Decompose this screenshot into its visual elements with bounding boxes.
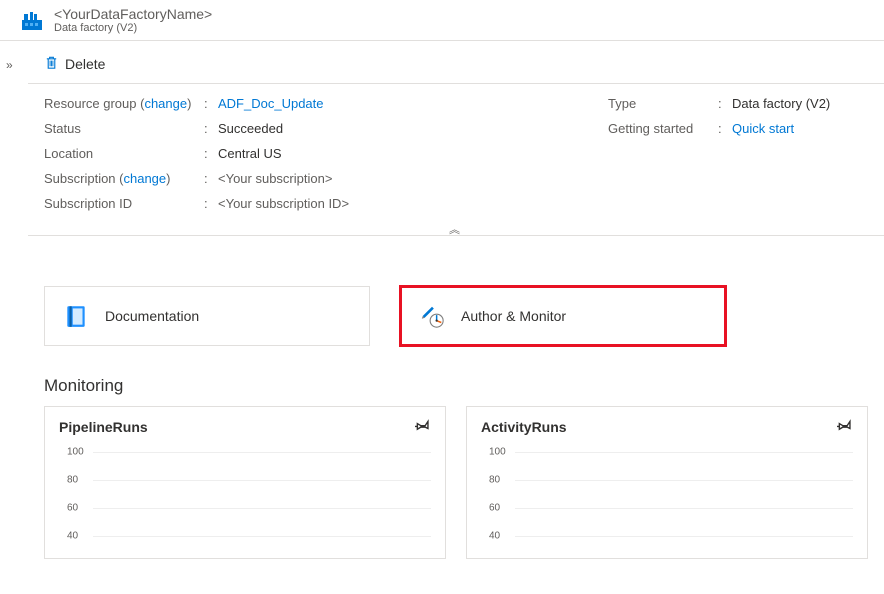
change-resource-group-link[interactable]: change — [144, 96, 187, 111]
subscription-value: <Your subscription> — [218, 171, 332, 186]
page-header: <YourDataFactoryName> Data factory (V2) — [0, 0, 884, 40]
expand-chevron-icon[interactable]: » — [6, 58, 11, 72]
author-monitor-label: Author & Monitor — [461, 308, 566, 324]
subscription-id-value: <Your subscription ID> — [218, 196, 349, 211]
author-monitor-tile[interactable]: Author & Monitor — [400, 286, 726, 346]
resource-group-label: Resource group (change) — [44, 96, 204, 111]
pipeline-runs-title: PipelineRuns — [59, 419, 148, 435]
type-label: Type — [608, 96, 718, 111]
status-value: Succeeded — [218, 121, 283, 136]
trash-icon — [44, 55, 59, 73]
delete-label: Delete — [65, 56, 105, 72]
monitoring-section-title: Monitoring — [44, 376, 868, 396]
activity-runs-title: ActivityRuns — [481, 419, 567, 435]
location-value: Central US — [218, 146, 282, 161]
activity-runs-chart: 100 80 60 40 — [481, 444, 853, 554]
pin-icon[interactable] — [415, 417, 431, 436]
status-label: Status — [44, 121, 204, 136]
quick-start-link[interactable]: Quick start — [732, 121, 794, 136]
essentials-panel: Resource group (change) : ADF_Doc_Update… — [44, 84, 868, 235]
subscription-id-label: Subscription ID — [44, 196, 204, 211]
delete-button[interactable]: Delete — [44, 51, 868, 83]
change-subscription-link[interactable]: change — [123, 171, 166, 186]
subscription-label: Subscription (change) — [44, 171, 204, 186]
location-label: Location — [44, 146, 204, 161]
resource-group-value[interactable]: ADF_Doc_Update — [218, 96, 324, 111]
documentation-tile[interactable]: Documentation — [44, 286, 370, 346]
collapse-chevron-icon[interactable]: ︽ — [449, 221, 463, 237]
documentation-icon — [63, 303, 89, 329]
pin-icon[interactable] — [837, 417, 853, 436]
pipeline-runs-chart: 100 80 60 40 — [59, 444, 431, 554]
page-subtitle: Data factory (V2) — [54, 22, 212, 34]
page-title: <YourDataFactoryName> — [54, 6, 212, 22]
pipeline-runs-chart-card: PipelineRuns 100 80 60 40 — [44, 406, 446, 559]
data-factory-icon — [20, 8, 44, 32]
getting-started-label: Getting started — [608, 121, 718, 136]
documentation-label: Documentation — [105, 308, 199, 324]
charts-row: PipelineRuns 100 80 60 40 Activi — [44, 406, 868, 559]
tiles-row: Documentation Author & Monitor — [44, 236, 868, 376]
type-value: Data factory (V2) — [732, 96, 830, 111]
author-monitor-icon — [419, 303, 445, 329]
activity-runs-chart-card: ActivityRuns 100 80 60 40 — [466, 406, 868, 559]
